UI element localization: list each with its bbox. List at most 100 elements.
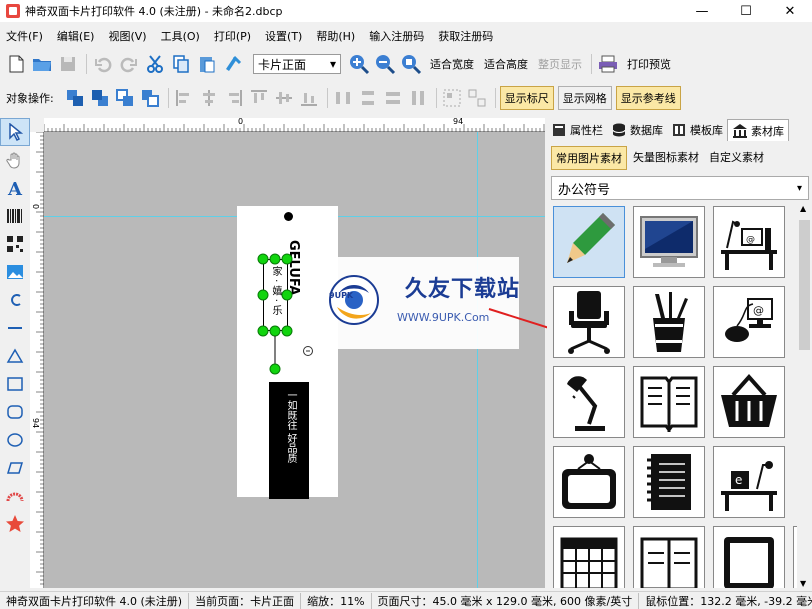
close-button[interactable]: ✕ <box>768 0 812 22</box>
menu-get-code[interactable]: 获取注册码 <box>438 28 493 44</box>
minimize-button[interactable]: — <box>680 0 724 22</box>
show-ruler-toggle[interactable]: 显示标尺 <box>499 86 554 110</box>
zoom-fit-icon[interactable] <box>399 52 423 76</box>
small-rotate-icon[interactable] <box>302 345 314 357</box>
subtab-vector-icons[interactable]: 矢量图标素材 <box>629 146 703 170</box>
category-select[interactable]: 办公符号 ▾ <box>551 176 809 200</box>
menu-enter-code[interactable]: 输入注册码 <box>369 28 424 44</box>
scroll-up-icon[interactable]: ▲ <box>800 204 806 213</box>
align-bottom-icon[interactable] <box>298 87 320 109</box>
tile-folder[interactable] <box>713 526 785 588</box>
distribute-h-icon[interactable] <box>332 87 354 109</box>
align-left-icon[interactable] <box>173 87 195 109</box>
send-back-icon[interactable] <box>89 87 111 109</box>
align-center-icon[interactable] <box>198 87 220 109</box>
tile-planner[interactable] <box>633 526 705 588</box>
star-tool-button[interactable] <box>0 510 30 538</box>
curve-tool-button[interactable] <box>0 286 30 314</box>
new-file-icon[interactable] <box>4 52 28 76</box>
ruler-h-94-label: 94 <box>453 117 464 126</box>
align-right-icon[interactable] <box>223 87 245 109</box>
redo-icon[interactable] <box>117 52 141 76</box>
copy-icon[interactable] <box>169 52 193 76</box>
open-folder-icon[interactable] <box>30 52 54 76</box>
text-tool-button[interactable]: A <box>0 174 30 202</box>
rotation-dot[interactable] <box>284 212 293 221</box>
full-view-button[interactable]: 整页显示 <box>538 56 582 72</box>
line-tool-button[interactable] <box>0 314 30 342</box>
selection-handles[interactable] <box>254 250 304 380</box>
tile-open-book[interactable] <box>633 366 705 438</box>
tile-computer-mouse[interactable]: @ <box>713 286 785 358</box>
guide-line-vertical[interactable] <box>477 132 478 588</box>
fit-height-button[interactable]: 适合高度 <box>484 56 528 72</box>
bring-forward-icon[interactable] <box>114 87 136 109</box>
ellipse-tool-button[interactable] <box>0 426 30 454</box>
scroll-down-icon[interactable]: ▼ <box>800 579 806 588</box>
tile-pen-holder[interactable] <box>633 286 705 358</box>
gauge-tool-button[interactable] <box>0 482 30 510</box>
tile-desk-mac[interactable]: e <box>713 446 785 518</box>
tab-templates[interactable]: 模板库 <box>667 119 727 141</box>
barcode-tool-button[interactable] <box>0 202 30 230</box>
tile-basket[interactable] <box>713 366 785 438</box>
menu-print[interactable]: 打印(P) <box>214 28 251 44</box>
ungroup-icon[interactable] <box>466 87 488 109</box>
tile-pencil[interactable] <box>553 206 625 278</box>
same-height-icon[interactable] <box>407 87 429 109</box>
tile-monitor[interactable] <box>633 206 705 278</box>
delete-icon[interactable] <box>221 52 245 76</box>
undo-icon[interactable] <box>91 52 115 76</box>
triangle-tool-button[interactable] <box>0 342 30 370</box>
image-tool-button[interactable] <box>0 258 30 286</box>
menu-view[interactable]: 视图(V) <box>108 28 146 44</box>
zoom-out-icon[interactable] <box>373 52 397 76</box>
align-middle-icon[interactable] <box>273 87 295 109</box>
tile-calendar[interactable] <box>553 526 625 588</box>
menu-settings[interactable]: 设置(T) <box>265 28 302 44</box>
subtab-common-images[interactable]: 常用图片素材 <box>551 146 627 170</box>
parallelogram-tool-button[interactable] <box>0 454 30 482</box>
tab-properties[interactable]: 属性栏 <box>547 119 607 141</box>
send-backward-icon[interactable] <box>139 87 161 109</box>
menu-file[interactable]: 文件(F) <box>6 28 43 44</box>
tile-desk-lamp[interactable] <box>553 366 625 438</box>
subtab-custom[interactable]: 自定义素材 <box>705 146 768 170</box>
tile-office-chair[interactable] <box>553 286 625 358</box>
group-icon[interactable] <box>441 87 463 109</box>
zoom-in-icon[interactable] <box>347 52 371 76</box>
rectangle-tool-button[interactable] <box>0 370 30 398</box>
tab-materials[interactable]: 素材库 <box>727 119 789 141</box>
show-guides-toggle[interactable]: 显示参考线 <box>615 86 681 110</box>
maximize-button[interactable]: ☐ <box>724 0 768 22</box>
tile-notebook[interactable] <box>633 446 705 518</box>
save-icon[interactable] <box>56 52 80 76</box>
paste-icon[interactable] <box>195 52 219 76</box>
black-text-bar[interactable]: 一如既往 好品质 <box>269 382 309 499</box>
menu-help[interactable]: 帮助(H) <box>316 28 355 44</box>
card-side-select[interactable]: 卡片正面 ▾ <box>253 54 341 74</box>
menu-edit[interactable]: 编辑(E) <box>57 28 95 44</box>
align-top-icon[interactable] <box>248 87 270 109</box>
rounded-rect-tool-button[interactable] <box>0 398 30 426</box>
tile-desk-computer[interactable]: @ <box>713 206 785 278</box>
bring-front-icon[interactable] <box>64 87 86 109</box>
gallery-scrollbar[interactable]: ▲ ▼ <box>797 204 812 588</box>
distribute-v-icon[interactable] <box>357 87 379 109</box>
cut-icon[interactable] <box>143 52 167 76</box>
tab-database[interactable]: 数据库 <box>607 119 667 141</box>
svg-text:A: A <box>7 179 23 197</box>
show-grid-toggle[interactable]: 显示网格 <box>557 86 612 110</box>
printer-icon[interactable] <box>596 52 620 76</box>
fit-width-button[interactable]: 适合宽度 <box>430 56 474 72</box>
menu-tools[interactable]: 工具(O) <box>161 28 200 44</box>
same-width-icon[interactable] <box>382 87 404 109</box>
print-preview-button[interactable]: 打印预览 <box>627 56 671 72</box>
qrcode-tool-button[interactable] <box>0 230 30 258</box>
line-icon <box>8 327 22 329</box>
design-canvas[interactable]: GELUFA 家 · 嬉 · 乐 一如既往 好品质 <box>44 132 545 588</box>
tile-frame[interactable] <box>553 446 625 518</box>
scrollbar-thumb[interactable] <box>799 220 810 350</box>
select-tool-button[interactable] <box>0 118 30 146</box>
pan-tool-button[interactable] <box>0 146 30 174</box>
